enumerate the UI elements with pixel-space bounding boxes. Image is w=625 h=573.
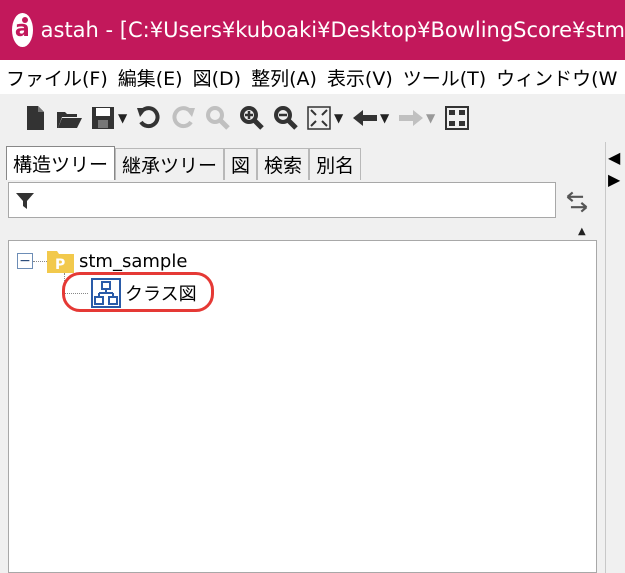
structure-panel: 構造ツリー 継承ツリー 図 検索 別名 ▲ − P stm_sample クラス… [0,142,605,573]
filter-row [6,182,599,222]
menu-align[interactable]: 整列(A) [251,64,317,91]
tab-diagram[interactable]: 図 [224,148,258,180]
open-folder-icon[interactable] [54,101,84,135]
tab-structure-tree[interactable]: 構造ツリー [6,146,116,180]
filter-field[interactable] [8,182,556,218]
filter-input[interactable] [41,189,549,213]
zoom-out-icon[interactable] [270,101,300,135]
menu-edit[interactable]: 編集(E) [118,64,183,91]
new-file-icon[interactable] [20,101,50,135]
tree-node-label: stm_sample [79,250,188,272]
undo-icon[interactable] [134,101,164,135]
window-title: astah - [C:¥Users¥kuboaki¥Desktop¥Bowlin… [40,18,625,42]
package-icon: P [47,248,75,274]
forward-dropdown-icon[interactable]: ▼ [426,111,438,125]
tab-alias[interactable]: 別名 [309,148,362,180]
zoom-icon[interactable] [202,101,232,135]
menu-tool[interactable]: ツール(T) [403,64,486,91]
forward-arrow-icon[interactable] [396,101,426,135]
menu-window[interactable]: ウィンドウ(W [496,64,617,91]
menu-view[interactable]: 表示(V) [327,64,393,91]
right-collapse-strip: ◀ ▶ [605,142,625,573]
back-arrow-icon[interactable] [350,101,380,135]
tab-search[interactable]: 検索 [257,148,310,180]
collapse-toggle-icon[interactable]: − [17,253,33,269]
layout-icon[interactable] [442,101,472,135]
menu-diagram[interactable]: 図(D) [193,64,241,91]
collapse-left-icon[interactable]: ◀ [608,148,620,167]
astah-logo-icon: a [12,13,33,47]
expand-right-icon[interactable]: ▶ [608,170,620,189]
fit-window-icon[interactable] [304,101,334,135]
toolbar: ▼ ▼ ▼ ▼ [0,94,625,142]
redo-icon[interactable] [168,101,198,135]
svg-text:P: P [55,257,65,273]
save-icon[interactable] [88,101,118,135]
back-dropdown-icon[interactable]: ▼ [380,111,392,125]
menu-bar: ファイル(F) 編集(E) 図(D) 整列(A) 表示(V) ツール(T) ウィ… [0,60,625,94]
save-dropdown-icon[interactable]: ▼ [118,111,130,125]
menu-file[interactable]: ファイル(F) [6,64,108,91]
fit-dropdown-icon[interactable]: ▼ [334,111,346,125]
filter-funnel-icon [16,193,34,209]
panel-tabs: 構造ツリー 継承ツリー 図 検索 別名 [6,146,362,180]
zoom-in-icon[interactable] [236,101,266,135]
title-bar: a astah - [C:¥Users¥kuboaki¥Desktop¥Bowl… [0,0,625,60]
highlight-annotation [62,272,214,312]
sync-arrows-icon[interactable] [561,186,593,218]
tab-inheritance-tree[interactable]: 継承ツリー [115,148,225,180]
collapse-arrow-icon[interactable]: ▲ [578,226,586,237]
